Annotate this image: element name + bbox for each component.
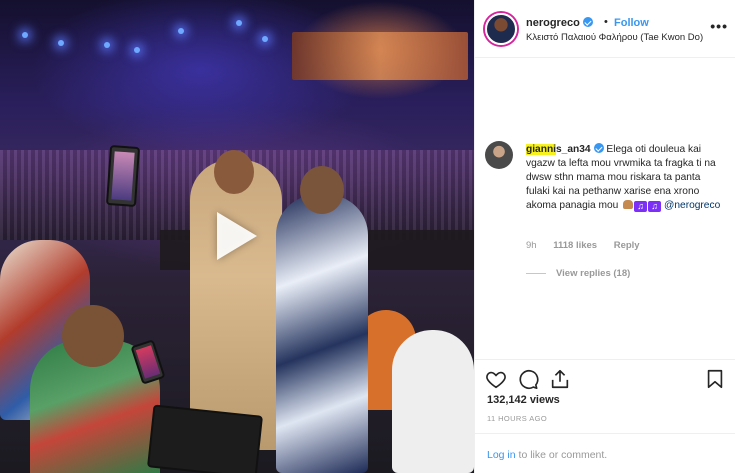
view-count[interactable]: 132,142 views bbox=[487, 394, 560, 406]
music-note-icon: ♫ bbox=[634, 201, 648, 212]
username-highlight: gianni bbox=[526, 144, 556, 155]
author-avatar[interactable] bbox=[485, 13, 517, 45]
author-username-text[interactable]: nerogreco bbox=[526, 17, 580, 29]
green-dress-head bbox=[62, 305, 124, 367]
play-icon[interactable] bbox=[217, 212, 257, 260]
more-options-icon[interactable]: ••• bbox=[710, 18, 728, 34]
praying-hands-icon bbox=[623, 200, 634, 209]
post-panel: nerogreco • Follow Κλειστό Παλαιού Φαλήρ… bbox=[474, 0, 735, 473]
username-rest: s_an34 bbox=[556, 144, 591, 155]
separator-dot: • bbox=[604, 16, 608, 28]
person-patterned-shirt bbox=[276, 195, 368, 473]
person-artist bbox=[190, 160, 282, 450]
verified-icon bbox=[593, 143, 604, 153]
phone-raised bbox=[105, 145, 141, 207]
artist-head bbox=[214, 150, 254, 194]
login-prompt: Log in to like or comment. bbox=[475, 433, 735, 473]
follow-button[interactable]: Follow bbox=[614, 17, 649, 29]
location-link[interactable]: Κλειστό Παλαιού Φαλήρου (Tae Kwon Do) bbox=[526, 32, 703, 43]
comment-likes[interactable]: 1118 likes bbox=[553, 240, 597, 251]
comment-time[interactable]: 9h bbox=[526, 240, 537, 251]
action-bar: 132,142 views 11 HOURS AGO Log in to lik… bbox=[475, 359, 735, 473]
comments-section: giannis_an34 Elega oti douleua kai vgazw… bbox=[475, 59, 735, 359]
login-prompt-text: to like or comment. bbox=[515, 449, 608, 461]
music-note-icon: ♫ bbox=[648, 201, 662, 212]
commenter-avatar[interactable] bbox=[485, 141, 513, 169]
heart-icon[interactable] bbox=[485, 368, 507, 390]
reply-button[interactable]: Reply bbox=[614, 240, 640, 251]
view-replies-button[interactable]: View replies (18) bbox=[526, 268, 630, 279]
comment-meta: 9h 1118 likes Reply bbox=[526, 240, 654, 251]
person-white-shirt bbox=[392, 330, 474, 473]
stage-screen bbox=[292, 32, 468, 80]
post-video[interactable] bbox=[0, 0, 474, 473]
post-header: nerogreco • Follow Κλειστό Παλαιού Φαλήρ… bbox=[475, 0, 735, 58]
patterned-shirt-head bbox=[300, 166, 344, 214]
mention-link[interactable]: @nerogreco bbox=[664, 200, 720, 211]
comment-icon[interactable] bbox=[517, 368, 539, 390]
bookmark-icon[interactable] bbox=[704, 368, 726, 390]
post-timestamp[interactable]: 11 HOURS AGO bbox=[487, 414, 547, 423]
commenter-username[interactable]: giannis_an34 bbox=[526, 144, 591, 155]
login-link[interactable]: Log in bbox=[487, 449, 516, 461]
comment: giannis_an34 Elega oti douleua kai vgazw… bbox=[526, 143, 726, 213]
phone-foreground bbox=[147, 404, 263, 473]
share-icon[interactable] bbox=[549, 368, 571, 390]
verified-icon bbox=[582, 17, 593, 27]
author-username[interactable]: nerogreco bbox=[526, 17, 593, 29]
